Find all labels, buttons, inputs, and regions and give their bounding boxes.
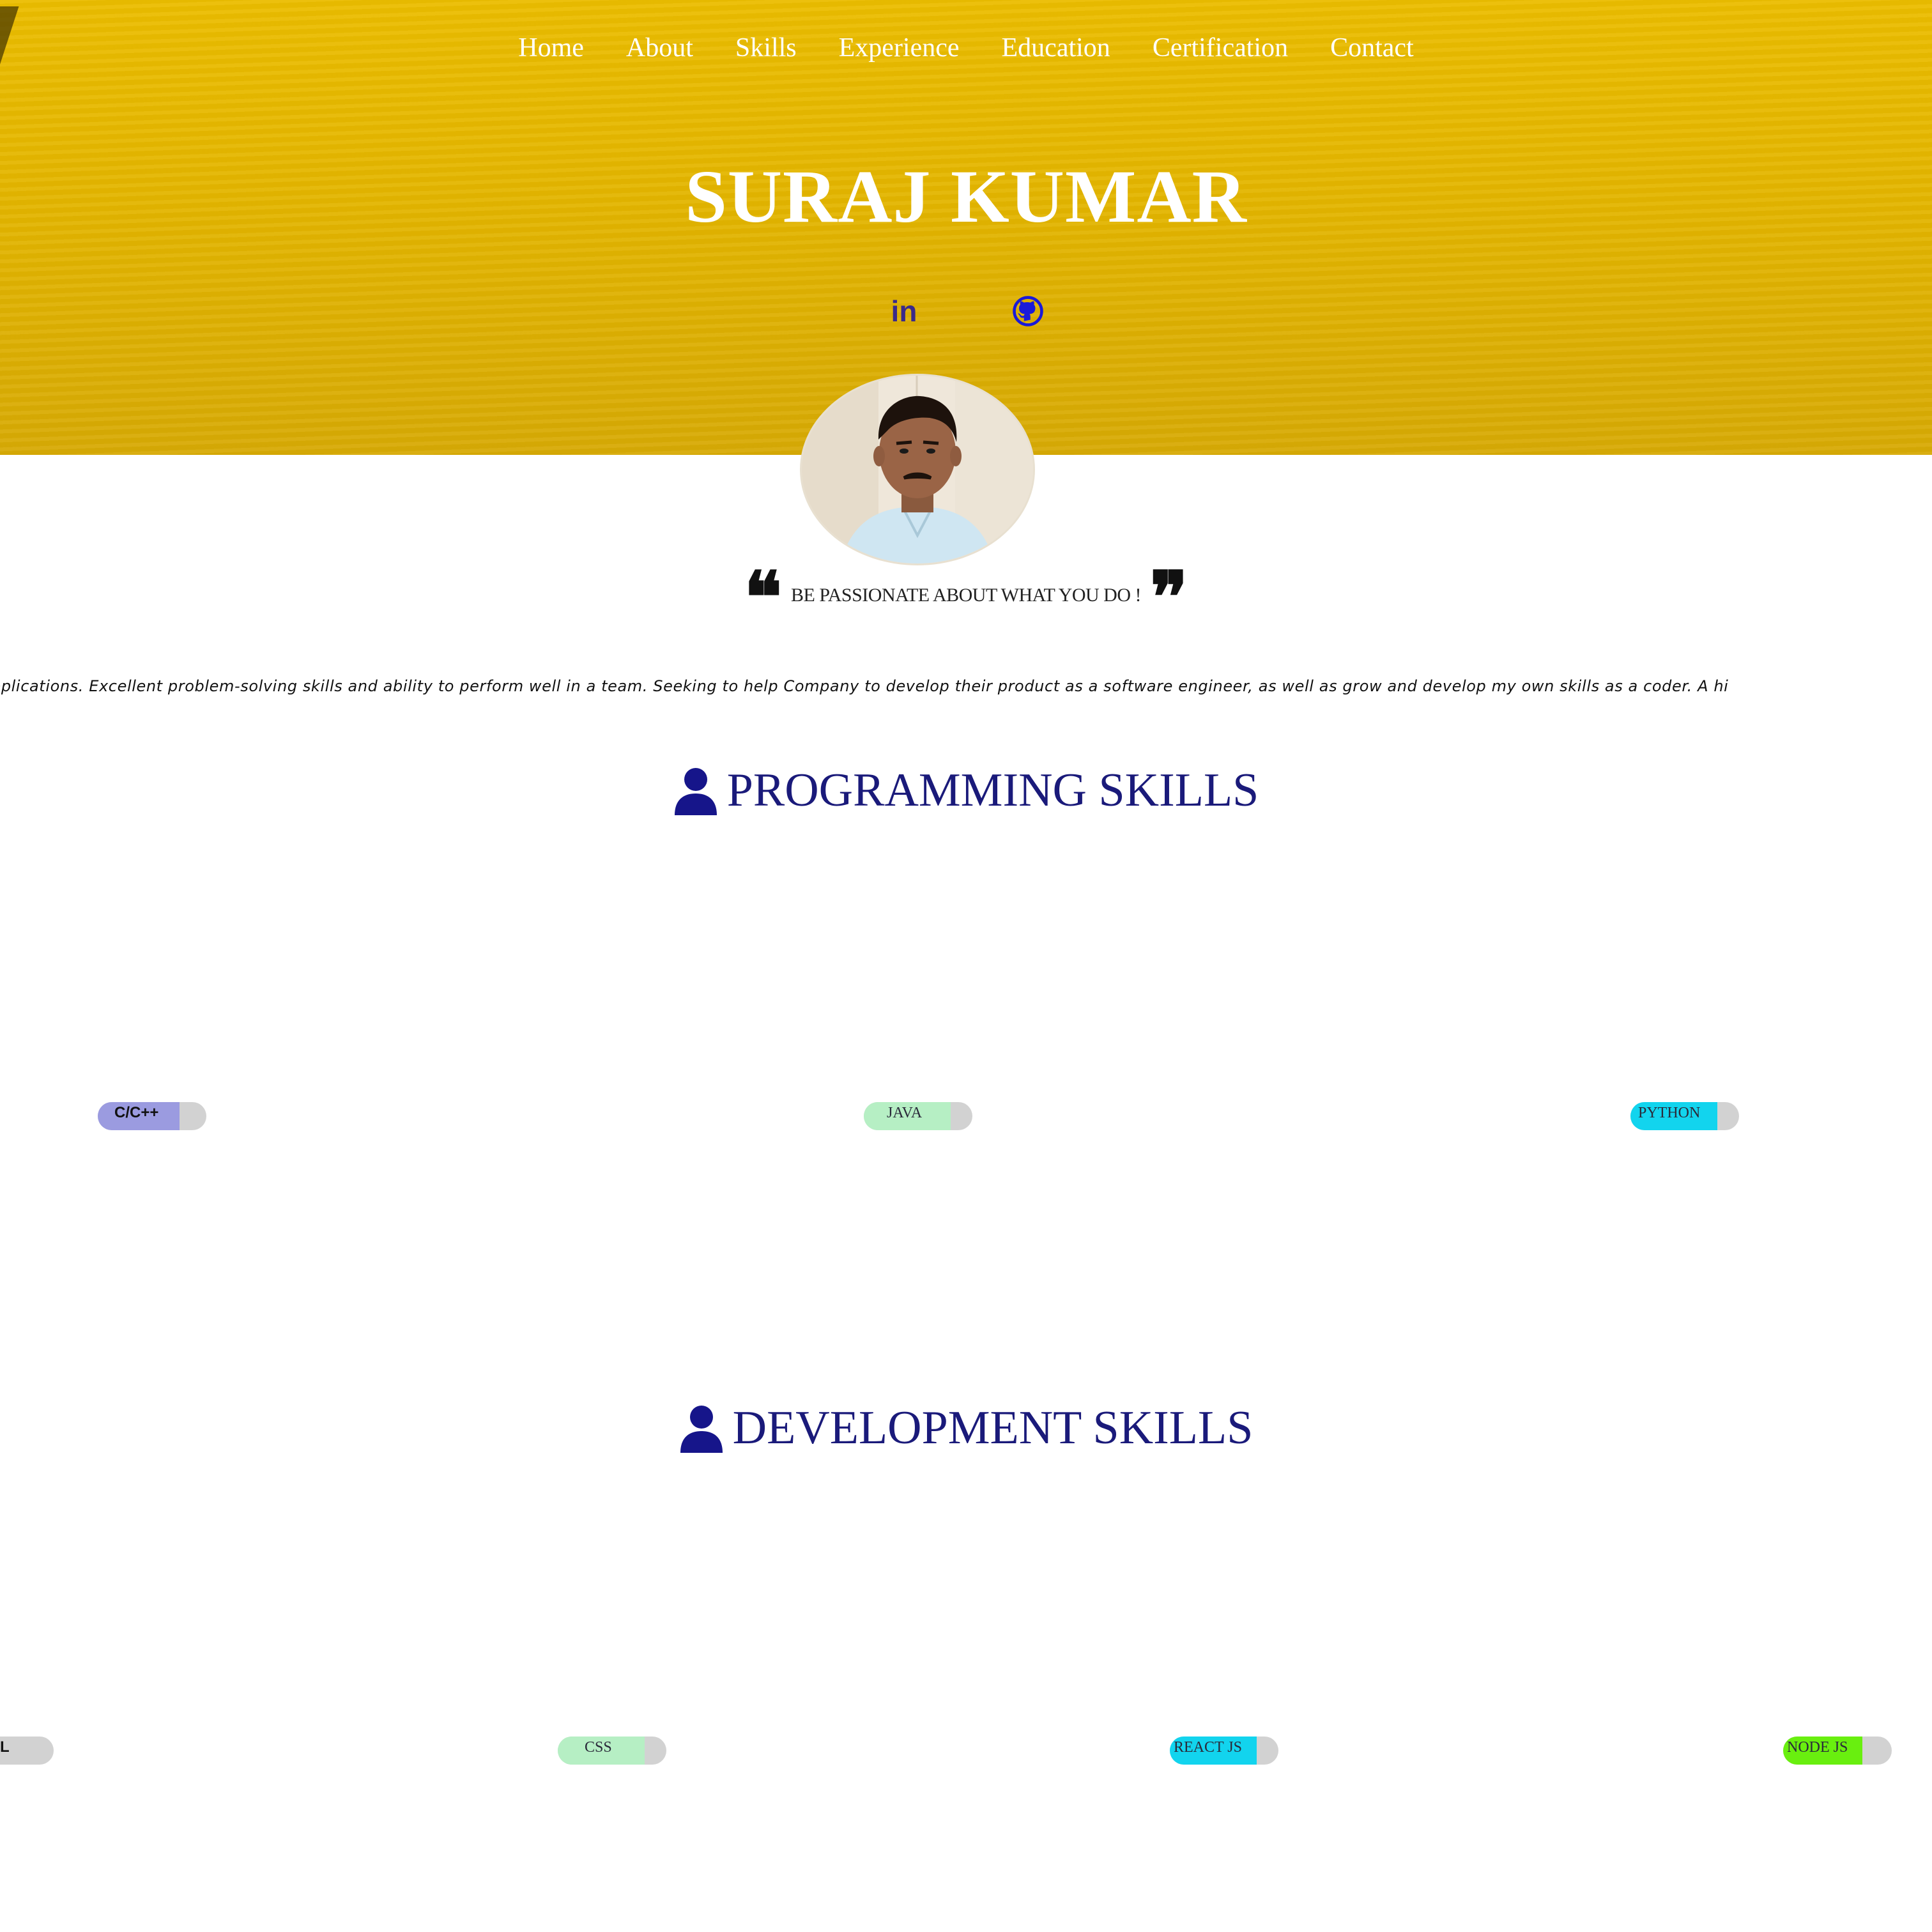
profile-photo: [802, 376, 1033, 564]
hero-name: SURAJ KUMAR: [685, 155, 1247, 238]
linkedin-glyph: in: [891, 295, 917, 328]
development-skills-heading: DEVELOPMENT SKILLS: [0, 1401, 1932, 1455]
user-icon: [674, 767, 717, 815]
skill-label-html: L: [0, 1738, 10, 1756]
development-skills-title: DEVELOPMENT SKILLS: [732, 1402, 1254, 1454]
skill-bar-python: PYTHON: [1630, 1102, 1739, 1130]
programming-skills-title: PROGRAMMING SKILLS: [726, 764, 1259, 816]
social-links: in: [0, 291, 1932, 332]
skill-bar-node: NODE JS: [1783, 1736, 1892, 1765]
motto-text: BE PASSIONATE ABOUT WHAT YOU DO !: [790, 585, 1142, 606]
about-marquee-text: pplications. Excellent problem-solving s…: [0, 677, 1729, 695]
programming-skills-heading: PROGRAMMING SKILLS: [0, 763, 1932, 818]
skill-label-python: PYTHON: [1638, 1105, 1701, 1121]
github-glyph: [1013, 296, 1043, 326]
skill-label-css: CSS: [585, 1739, 612, 1756]
open-quote-icon: ❝: [744, 556, 782, 638]
skill-bar-java: JAVA: [864, 1102, 972, 1130]
skill-bar-html: L: [0, 1736, 54, 1765]
profile-illustration: [802, 376, 1033, 564]
user-icon: [680, 1405, 723, 1453]
nav-home-link[interactable]: Home: [518, 26, 584, 70]
skill-label-node: NODE JS: [1787, 1739, 1848, 1756]
skill-label-c-cpp: C/C++: [114, 1104, 159, 1121]
nav-about-link[interactable]: About: [626, 26, 693, 70]
skill-label-react: REACT JS: [1174, 1739, 1242, 1756]
motto-quote: ❝ BE PASSIONATE ABOUT WHAT YOU DO ! ❞: [0, 556, 1932, 638]
github-icon[interactable]: [1008, 291, 1048, 332]
nav-skills-link[interactable]: Skills: [735, 26, 797, 70]
linkedin-icon[interactable]: in: [884, 291, 924, 332]
nav-education-link[interactable]: Education: [1002, 26, 1110, 70]
nav-certification-link[interactable]: Certification: [1153, 26, 1288, 70]
skill-bar-c-cpp: C/C++: [98, 1102, 206, 1130]
close-quote-icon: ❞: [1150, 556, 1188, 638]
skill-label-java: JAVA: [887, 1105, 923, 1121]
nav-experience-link[interactable]: Experience: [839, 26, 960, 70]
skill-bar-css: CSS: [558, 1736, 666, 1765]
about-marquee: pplications. Excellent problem-solving s…: [0, 677, 1932, 700]
top-navigation: Home About Skills Experience Education C…: [0, 26, 1932, 70]
skill-bar-react: REACT JS: [1170, 1736, 1278, 1765]
nav-contact-link[interactable]: Contact: [1330, 26, 1414, 70]
